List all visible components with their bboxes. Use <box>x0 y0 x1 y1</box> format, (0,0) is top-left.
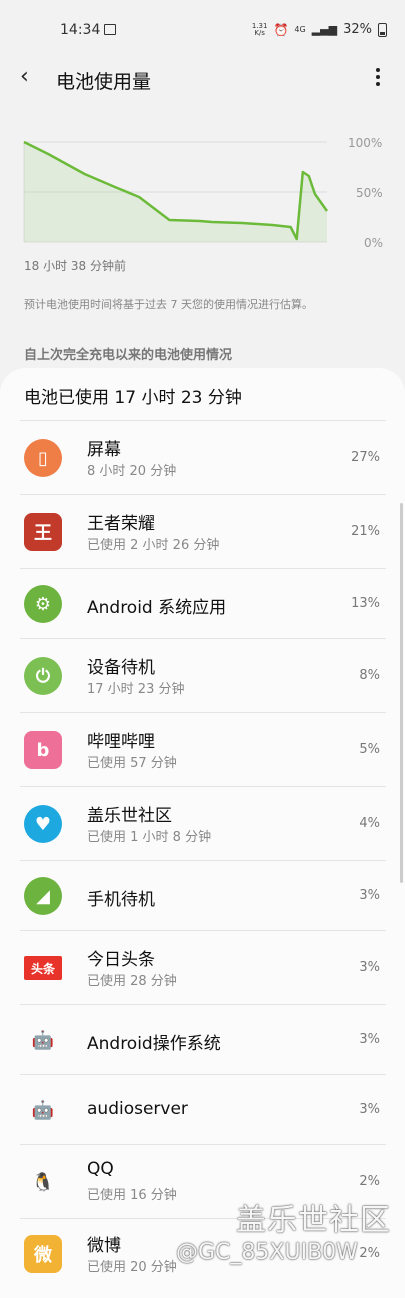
android-icon: 🤖 <box>31 1099 55 1121</box>
app-row[interactable]: 🤖 audioserver 3% <box>20 1074 386 1144</box>
app-name: 屏幕 <box>87 440 121 460</box>
signal-bars-icon: ▂▄▆ <box>311 23 338 36</box>
app-name: 今日头条 <box>87 950 155 970</box>
y-tick-100: 100% <box>348 136 383 150</box>
qq-icon: 🐧 <box>31 1171 55 1193</box>
battery-chart-svg <box>23 140 329 243</box>
android-icon: 🤖 <box>31 1029 55 1051</box>
battery-percent: 32% <box>343 22 372 37</box>
app-row[interactable]: b 哔哩哔哩已使用 57 分钟 5% <box>20 712 386 786</box>
network-speed: 1.31 K/s <box>251 21 268 37</box>
scrollbar[interactable] <box>400 503 403 883</box>
screen-icon: ▯ <box>24 439 62 477</box>
usage-card: 电池已使用 17 小时 23 分钟 ▯ 屏幕 8 小时 20 分钟 27% 王 王者荣耀已… <box>0 368 405 1298</box>
y-tick-0: 0% <box>364 236 384 250</box>
app-bar: ‹ 电池使用量 <box>0 58 405 100</box>
app-row[interactable]: 头条 今日头条已使用 28 分钟 3% <box>20 930 386 1004</box>
gallery-icon <box>104 24 116 35</box>
app-usage-time: 已使用 16 分钟 <box>87 1188 177 1203</box>
app-name: 哔哩哔哩 <box>87 732 155 752</box>
app-usage-time: 已使用 20 分钟 <box>87 1260 177 1275</box>
battery-usage-chart: 100% 50% 0% <box>0 128 405 278</box>
app-usage-percent: 3% <box>359 1102 380 1117</box>
watermark-brand: 盖乐世社区 <box>236 1203 391 1238</box>
section-title: 自上次完全充电以来的电池使用情况 <box>24 348 233 363</box>
weibo-icon: 微 <box>24 1235 62 1273</box>
gear-icon: ⚙ <box>24 585 62 623</box>
app-name: 王者荣耀 <box>87 514 155 534</box>
app-row[interactable]: ⏻ 设备待机 17 小时 23 分钟 8% <box>20 638 386 712</box>
app-name: 设备待机 <box>87 658 155 678</box>
alarm-icon: ⏰ <box>273 22 289 37</box>
app-name: 手机待机 <box>87 890 155 910</box>
app-row[interactable]: ▯ 屏幕 8 小时 20 分钟 27% <box>20 420 386 494</box>
signal-icon: ◢ <box>24 877 62 915</box>
app-usage-percent: 21% <box>351 524 380 539</box>
app-usage-percent: 3% <box>359 1032 380 1047</box>
honor-of-kings-icon: 王 <box>24 513 62 551</box>
app-row[interactable]: 王 王者荣耀已使用 2 小时 26 分钟 21% <box>20 494 386 568</box>
watermark-user: @GC_85XUIB0W <box>176 1240 358 1265</box>
app-usage-percent: 8% <box>359 668 380 683</box>
usage-total: 电池已使用 17 小时 23 分钟 <box>24 388 242 408</box>
app-row[interactable]: ◢ 手机待机 3% <box>20 860 386 930</box>
app-name: Android操作系统 <box>87 1034 221 1054</box>
back-icon[interactable]: ‹ <box>20 64 29 89</box>
status-bar: 14:34 1.31 K/s ⏰ 4G ▂▄▆ 32% <box>0 0 405 60</box>
app-row[interactable]: ♥ 盖乐世社区已使用 1 小时 8 分钟 4% <box>20 786 386 860</box>
app-usage-percent: 5% <box>359 742 380 757</box>
app-name: Android 系统应用 <box>87 598 227 618</box>
app-name: QQ <box>87 1159 114 1179</box>
app-usage-time: 已使用 28 分钟 <box>87 974 177 989</box>
status-time: 14:34 <box>60 22 101 38</box>
app-usage-time: 已使用 1 小时 8 分钟 <box>87 830 212 845</box>
app-usage-list: ▯ 屏幕 8 小时 20 分钟 27% 王 王者荣耀已使用 2 小时 26 分钟 21% ⚙ A… <box>20 420 386 1288</box>
app-usage-time: 8 小时 20 分钟 <box>87 464 177 479</box>
bilibili-icon: b <box>24 731 62 769</box>
more-options-icon[interactable] <box>375 68 381 88</box>
app-usage-time: 已使用 2 小时 26 分钟 <box>87 538 220 553</box>
toutiao-icon: 头条 <box>24 956 62 980</box>
app-usage-time: 已使用 57 分钟 <box>87 756 177 771</box>
page-title: 电池使用量 <box>56 71 152 93</box>
app-usage-percent: 2% <box>359 1246 380 1261</box>
app-usage-percent: 2% <box>359 1174 380 1189</box>
chart-start-label: 18 小时 38 分钟前 <box>24 259 126 273</box>
app-row[interactable]: 🤖 Android操作系统 3% <box>20 1004 386 1074</box>
app-usage-percent: 27% <box>351 450 380 465</box>
estimate-note: 预计电池使用时间将基于过去 7 天您的使用情况进行估算。 <box>24 298 313 311</box>
app-usage-percent: 3% <box>359 888 380 903</box>
app-name: 盖乐世社区 <box>87 806 172 826</box>
power-icon: ⏻ <box>24 657 62 695</box>
app-usage-percent: 13% <box>351 596 380 611</box>
app-row[interactable]: ⚙ Android 系统应用 13% <box>20 568 386 638</box>
y-tick-50: 50% <box>356 186 383 200</box>
app-name: audioserver <box>87 1099 188 1119</box>
app-usage-percent: 3% <box>359 960 380 975</box>
app-usage-time: 17 小时 23 分钟 <box>87 682 185 697</box>
app-usage-percent: 4% <box>359 816 380 831</box>
galaxy-community-icon: ♥ <box>24 805 62 843</box>
battery-icon <box>378 22 387 37</box>
network-type: 4G <box>294 25 306 34</box>
app-name: 微博 <box>87 1236 121 1256</box>
